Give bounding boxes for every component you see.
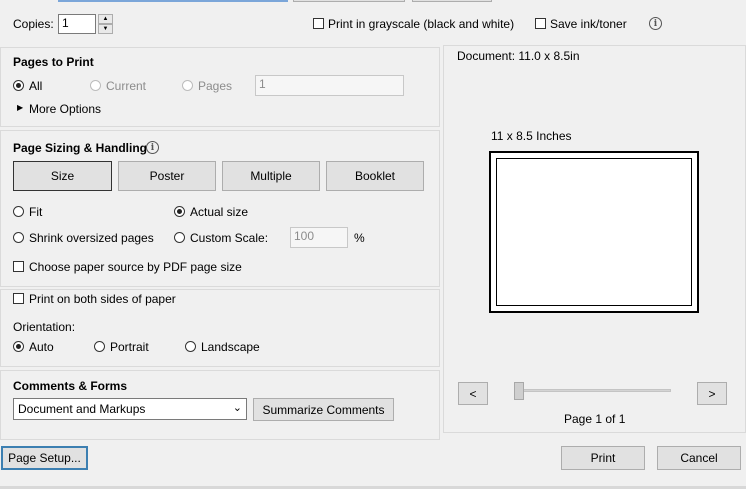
- comments-select-value: Document and Markups: [18, 402, 146, 416]
- print-button[interactable]: Print: [561, 446, 645, 470]
- size-button[interactable]: Size: [13, 161, 112, 191]
- custom-scale-input[interactable]: 100: [290, 227, 348, 248]
- poster-button[interactable]: Poster: [118, 161, 216, 191]
- custom-scale-label: Custom Scale:: [190, 231, 269, 245]
- save-ink-label: Save ink/toner: [550, 17, 627, 31]
- all-radio[interactable]: [13, 80, 24, 91]
- page-preview-content: [496, 158, 692, 306]
- duplex-checkbox[interactable]: [13, 293, 24, 304]
- multiple-button[interactable]: Multiple: [222, 161, 320, 191]
- orientation-title: Orientation:: [13, 320, 76, 334]
- save-ink-checkbox[interactable]: [535, 18, 546, 29]
- spinner-up-icon[interactable]: ▲: [98, 14, 113, 24]
- comments-forms-title: Comments & Forms: [13, 379, 128, 393]
- paper-size-label: 11 x 8.5 Inches: [491, 129, 572, 143]
- landscape-radio[interactable]: [185, 341, 196, 352]
- page-preview-frame: [489, 151, 699, 313]
- pages-radio[interactable]: [182, 80, 193, 91]
- summarize-comments-button[interactable]: Summarize Comments: [253, 398, 394, 421]
- grayscale-label: Print in grayscale (black and white): [328, 17, 515, 31]
- chevron-down-icon: ⌄: [232, 402, 242, 414]
- page-slider-thumb[interactable]: [514, 382, 524, 400]
- paper-source-label: Choose paper source by PDF page size: [29, 260, 242, 274]
- current-radio[interactable]: [90, 80, 101, 91]
- actual-size-radio[interactable]: [174, 206, 185, 217]
- shrink-radio[interactable]: [13, 232, 24, 243]
- expand-triangle-icon[interactable]: ▶: [17, 103, 23, 112]
- copies-spinner[interactable]: ▲ ▼: [98, 14, 113, 34]
- prev-page-button[interactable]: <: [458, 382, 488, 405]
- landscape-label: Landscape: [201, 340, 260, 354]
- top-partial-button-1[interactable]: [293, 0, 405, 2]
- custom-scale-radio[interactable]: [174, 232, 185, 243]
- current-label: Current: [106, 79, 147, 93]
- percent-label: %: [354, 231, 365, 245]
- top-partial-field: [58, 0, 288, 2]
- auto-label: Auto: [29, 340, 54, 354]
- grayscale-checkbox[interactable]: [313, 18, 324, 29]
- page-setup-button[interactable]: Page Setup...: [1, 446, 88, 470]
- fit-radio[interactable]: [13, 206, 24, 217]
- actual-size-label: Actual size: [190, 205, 249, 219]
- spinner-down-icon[interactable]: ▼: [98, 24, 113, 34]
- booklet-button[interactable]: Booklet: [326, 161, 424, 191]
- copies-label: Copies:: [13, 17, 54, 31]
- more-options-label[interactable]: More Options: [29, 102, 101, 116]
- top-partial-button-2[interactable]: [412, 0, 492, 2]
- fit-label: Fit: [29, 205, 43, 219]
- next-page-button[interactable]: >: [697, 382, 727, 405]
- page-info-label: Page 1 of 1: [564, 412, 626, 426]
- shrink-label: Shrink oversized pages: [29, 231, 154, 245]
- portrait-label: Portrait: [110, 340, 149, 354]
- pages-to-print-title: Pages to Print: [13, 55, 94, 69]
- page-slider[interactable]: [514, 382, 671, 400]
- pages-label: Pages: [198, 79, 233, 93]
- sizing-info-icon[interactable]: i: [146, 141, 159, 154]
- auto-radio[interactable]: [13, 341, 24, 352]
- info-icon[interactable]: i: [649, 17, 662, 30]
- comments-select[interactable]: Document and Markups ⌄: [13, 398, 247, 420]
- page-sizing-title: Page Sizing & Handling: [13, 141, 148, 155]
- copies-input[interactable]: 1: [58, 14, 96, 34]
- duplex-label: Print on both sides of paper: [29, 292, 176, 306]
- cancel-button[interactable]: Cancel: [657, 446, 741, 470]
- page-slider-track: [516, 389, 671, 392]
- pages-range-input[interactable]: 1: [255, 75, 404, 96]
- all-label: All: [29, 79, 43, 93]
- document-size-label: Document: 11.0 x 8.5in: [457, 49, 580, 63]
- paper-source-checkbox[interactable]: [13, 261, 24, 272]
- portrait-radio[interactable]: [94, 341, 105, 352]
